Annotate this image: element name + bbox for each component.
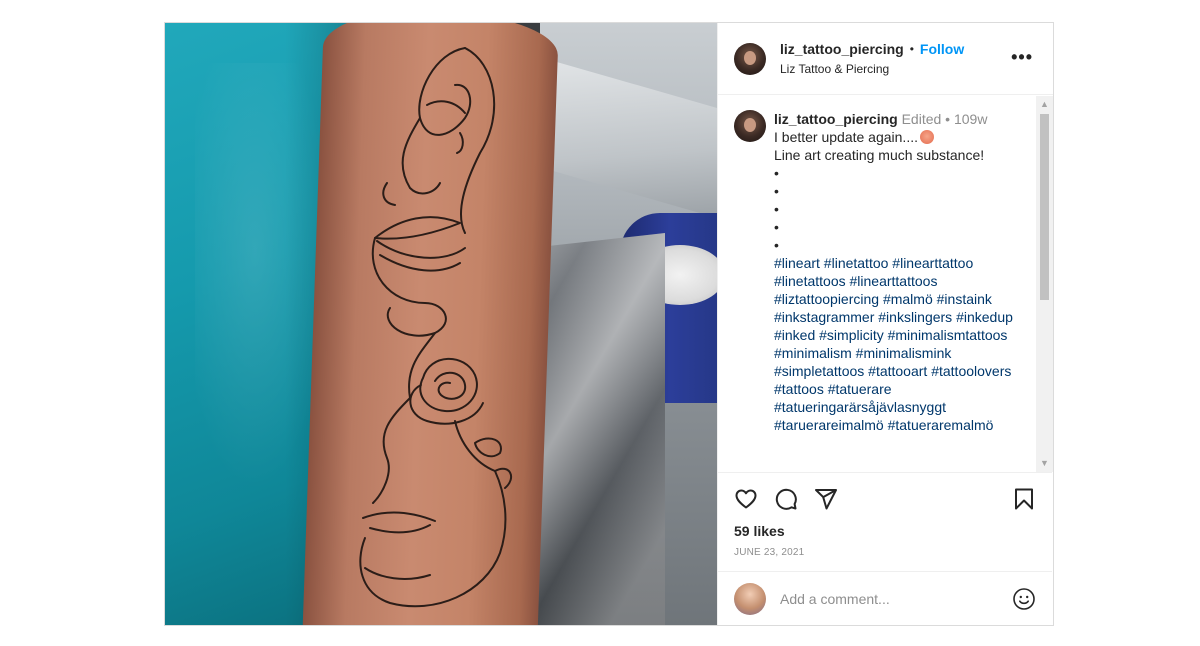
post-age[interactable]: 109w xyxy=(954,111,987,127)
avatar-face xyxy=(744,118,756,132)
hashtag-line[interactable]: #simpletattoos #tattooart #tattoolovers xyxy=(774,362,1036,380)
hashtag-line[interactable]: #inked #simplicity #minimalismtattoos xyxy=(774,326,1036,344)
tattoo-line-art xyxy=(359,47,513,608)
caption-bullet: • xyxy=(774,201,779,217)
caption-separator: • xyxy=(945,111,951,127)
hashtag-line[interactable]: #tatueringarärsåjävlasnyggt xyxy=(774,398,1036,416)
hashtag-line[interactable]: #inkstagrammer #inkslingers #inkedup xyxy=(774,308,1036,326)
action-icon-row xyxy=(734,487,1036,511)
comment-icon[interactable] xyxy=(774,487,798,511)
post-card: liz_tattoo_piercing • Follow Liz Tattoo … xyxy=(164,22,1054,626)
scroll-up-arrow-icon[interactable]: ▲ xyxy=(1036,96,1053,113)
share-icon[interactable] xyxy=(814,487,838,511)
hashtag-line[interactable]: #linetattoos #linearttattoos xyxy=(774,272,1036,290)
caption-bullet: • xyxy=(774,165,779,181)
caption-bullet: • xyxy=(774,219,779,235)
caption-text: liz_tattoo_piercing Edited • 109w I bett… xyxy=(774,110,1036,434)
current-user-avatar xyxy=(734,582,766,615)
scroll-thumb[interactable] xyxy=(1040,114,1049,300)
add-comment-bar xyxy=(718,571,1052,625)
caption-line-1-text: I better update again.... xyxy=(774,129,918,145)
post-date[interactable]: JUNE 23, 2021 xyxy=(734,547,1036,558)
author-info: liz_tattoo_piercing • Follow Liz Tattoo … xyxy=(780,41,964,76)
post-side-panel: liz_tattoo_piercing • Follow Liz Tattoo … xyxy=(717,23,1053,625)
caption-username[interactable]: liz_tattoo_piercing xyxy=(774,111,898,127)
more-options-icon[interactable]: ••• xyxy=(1011,47,1033,68)
caption-line-2: Line art creating much substance! xyxy=(774,147,985,163)
follow-button[interactable]: Follow xyxy=(920,41,964,57)
edited-label: Edited xyxy=(901,111,942,127)
header-separator: • xyxy=(909,42,914,56)
post-photo[interactable] xyxy=(165,23,717,625)
likes-count[interactable]: 59 likes xyxy=(734,523,1036,539)
comment-input[interactable] xyxy=(780,590,1012,607)
author-avatar[interactable] xyxy=(734,42,766,75)
hashtag-line[interactable]: #taruerareimalmö #tatueraremalmö xyxy=(774,416,1036,434)
hashtag-line[interactable]: #lineart #linetattoo #linearttattoo xyxy=(774,254,1036,272)
caption-line-1: I better update again.... xyxy=(774,128,1036,146)
hashtag-line[interactable]: #minimalism #minimalismink xyxy=(774,344,1036,362)
comments-area: liz_tattoo_piercing Edited • 109w I bett… xyxy=(718,96,1038,472)
hashtag-line[interactable]: #liztattoopiercing #malmö #instaink xyxy=(774,290,1036,308)
post-header: liz_tattoo_piercing • Follow Liz Tattoo … xyxy=(718,23,1053,95)
avatar-face xyxy=(744,50,756,65)
hashtag-line[interactable]: #tattoos #tatuerare xyxy=(774,380,1036,398)
bookmark-icon[interactable] xyxy=(1012,487,1036,511)
emoji-icon xyxy=(920,130,934,144)
comments-scrollbar[interactable]: ▲ ▼ xyxy=(1036,96,1053,472)
caption-row: liz_tattoo_piercing Edited • 109w I bett… xyxy=(734,110,1038,434)
caption-bullet: • xyxy=(774,237,779,253)
smile-icon[interactable] xyxy=(1012,587,1036,611)
caption-bullet: • xyxy=(774,183,779,199)
author-username[interactable]: liz_tattoo_piercing xyxy=(780,41,904,57)
scroll-down-arrow-icon[interactable]: ▼ xyxy=(1036,455,1053,472)
author-line: liz_tattoo_piercing • Follow xyxy=(780,41,964,57)
caption-avatar[interactable] xyxy=(734,110,766,142)
post-location[interactable]: Liz Tattoo & Piercing xyxy=(780,62,964,76)
heart-icon[interactable] xyxy=(734,487,758,511)
